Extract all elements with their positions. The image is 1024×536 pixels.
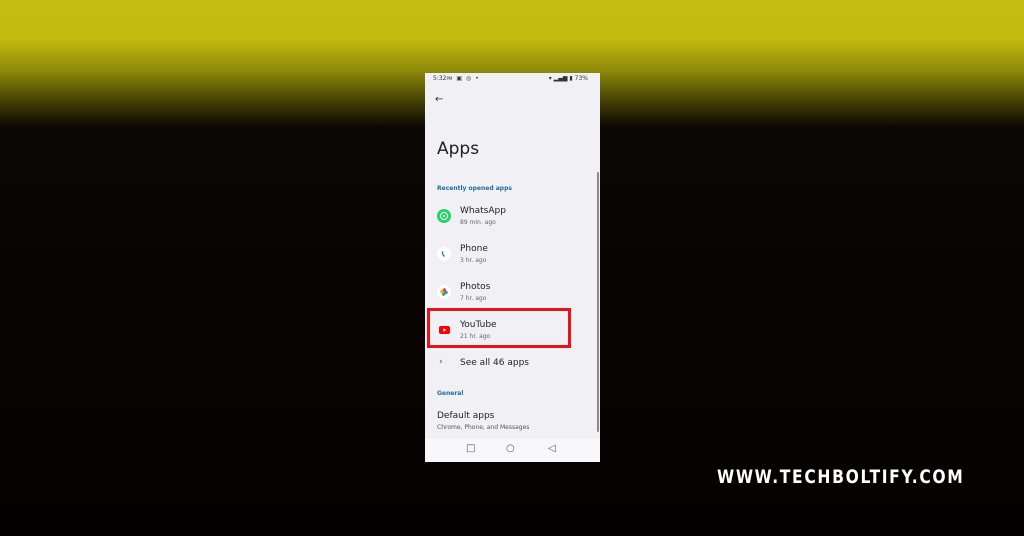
chevron-right-icon: › xyxy=(439,357,443,367)
status-time: 5:32PM xyxy=(433,75,453,82)
phone-screen: 5:32PM ▣ ◎ • ▾ ▂▄▆ ▮ 73% ← Apps Recently… xyxy=(425,73,600,462)
wifi-icon: ▾ xyxy=(548,75,552,82)
dot-icon: • xyxy=(475,75,479,82)
back-arrow-icon[interactable]: ← xyxy=(435,94,443,105)
home-circle-icon[interactable]: ○ xyxy=(506,443,515,454)
page-title: Apps xyxy=(437,139,480,159)
app-last-opened: 89 min. ago xyxy=(460,219,496,226)
navigation-bar: □ ○ ◁ xyxy=(425,439,600,462)
photos-icon xyxy=(437,285,451,299)
phone-icon xyxy=(437,247,451,261)
app-row-photos[interactable]: Photos 7 hr. ago xyxy=(425,276,600,312)
default-apps-title: Default apps xyxy=(437,411,495,421)
recent-section-header: Recently opened apps xyxy=(437,185,512,192)
app-name: Photos xyxy=(460,282,491,292)
see-all-label: See all 46 apps xyxy=(460,358,529,368)
default-apps-subtitle: Chrome, Phone, and Messages xyxy=(437,424,530,431)
app-last-opened: 7 hr. ago xyxy=(460,295,487,302)
signal-icon: ▂▄▆ xyxy=(553,75,568,82)
whatsapp-icon xyxy=(437,209,451,223)
app-row-whatsapp[interactable]: WhatsApp 89 min. ago xyxy=(425,200,600,236)
app-name: WhatsApp xyxy=(460,206,506,216)
youtube-highlight-box xyxy=(427,308,571,348)
battery-icon: ▮ xyxy=(569,75,573,82)
app-row-phone[interactable]: Phone 3 hr. ago xyxy=(425,238,600,274)
general-section-header: General xyxy=(437,390,464,397)
scrollbar[interactable] xyxy=(597,172,599,432)
status-bar: 5:32PM ▣ ◎ • ▾ ▂▄▆ ▮ 73% xyxy=(425,73,600,84)
app-last-opened: 3 hr. ago xyxy=(460,257,487,264)
app-name: Phone xyxy=(460,244,488,254)
back-triangle-icon[interactable]: ◁ xyxy=(548,443,556,454)
recents-square-icon[interactable]: □ xyxy=(466,443,475,454)
status-right: ▾ ▂▄▆ ▮ 73% xyxy=(549,75,588,82)
watermark: WWW.TECHBOLTIFY.COM xyxy=(717,466,965,488)
youtube-notification-icon: ▣ xyxy=(456,75,463,82)
chrome-notification-icon: ◎ xyxy=(466,75,472,82)
battery-level: 73% xyxy=(574,75,588,82)
